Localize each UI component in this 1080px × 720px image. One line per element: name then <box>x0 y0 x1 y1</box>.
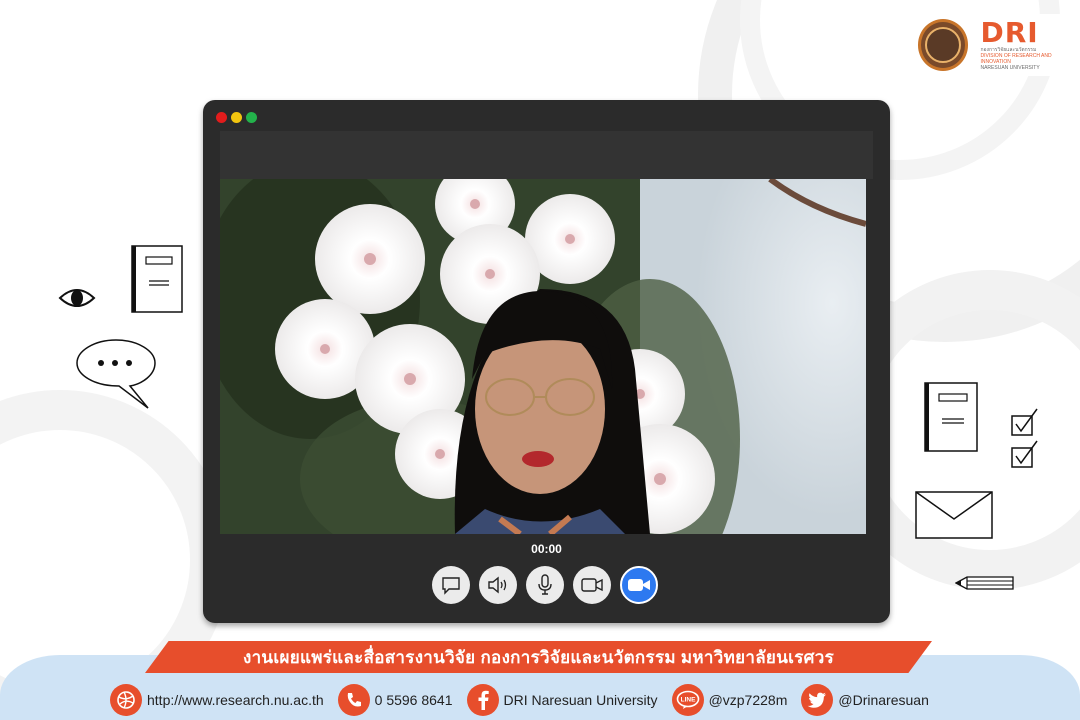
contact-phone[interactable]: 0 5596 8641 <box>337 684 453 716</box>
notebook-icon-right <box>924 382 978 452</box>
call-timer: 00:00 <box>531 542 562 556</box>
notebook-icon <box>131 245 183 313</box>
eye-icon <box>58 289 96 307</box>
dri-logo-subtitle-2: DIVISION OF RESEARCH AND INNOVATION <box>980 53 1052 65</box>
window-title-bar <box>220 131 873 179</box>
checkbox-checked-icon <box>1011 408 1038 468</box>
contact-twitter[interactable]: @Drinaresuan <box>801 684 929 716</box>
pencil-icon <box>955 576 1014 590</box>
university-seal-icon <box>918 19 969 71</box>
dri-logo-subtitle-3: NARESUAN UNIVERSITY <box>980 65 1040 71</box>
contact-bar: http://www.research.nu.ac.th 0 5596 8641… <box>110 684 943 716</box>
participant-video-feed <box>220 179 866 534</box>
speaker-icon <box>488 576 507 594</box>
close-window-dot[interactable] <box>216 112 227 123</box>
microphone-icon <box>538 574 552 595</box>
line-id[interactable]: @vzp7228m <box>709 692 788 708</box>
speech-bubble-icon <box>76 339 156 409</box>
chat-bubble-icon <box>442 577 460 595</box>
twitter-handle[interactable]: @Drinaresuan <box>838 692 928 708</box>
zoom-button[interactable] <box>620 566 658 604</box>
window-traffic-lights <box>216 112 257 123</box>
contact-website[interactable]: http://www.research.nu.ac.th <box>110 684 324 716</box>
speaker-button[interactable] <box>479 566 517 604</box>
footer-title-banner: งานเผยแพร่และสื่อสารงานวิจัย กองการวิจัย… <box>145 641 932 673</box>
maximize-window-dot[interactable] <box>246 112 257 123</box>
line-icon: LINE <box>671 684 704 716</box>
chat-button[interactable] <box>432 566 470 604</box>
dri-logo: DRI กองการวิจัยและนวัตกรรม DIVISION OF R… <box>910 14 1080 76</box>
mic-button[interactable] <box>526 566 564 604</box>
video-call-window: 00:00 <box>203 100 890 623</box>
minimize-window-dot[interactable] <box>231 112 242 123</box>
call-controls <box>432 566 658 604</box>
zoom-camera-icon <box>628 579 650 591</box>
facebook-page[interactable]: DRI Naresuan University <box>504 692 658 708</box>
twitter-icon <box>801 684 834 716</box>
video-camera-icon <box>581 578 603 592</box>
contact-line[interactable]: LINE @vzp7228m <box>671 684 788 716</box>
line-icon-label: LINE <box>680 697 695 704</box>
phone-icon <box>337 684 370 716</box>
website-link[interactable]: http://www.research.nu.ac.th <box>147 692 324 708</box>
facebook-icon <box>466 684 499 716</box>
globe-icon <box>110 684 142 716</box>
envelope-icon <box>915 491 993 539</box>
dri-logo-mark: DRI <box>980 16 1039 49</box>
banner-title: งานเผยแพร่และสื่อสารงานวิจัย กองการวิจัย… <box>242 647 835 667</box>
contact-facebook[interactable]: DRI Naresuan University <box>466 684 658 716</box>
phone-number[interactable]: 0 5596 8641 <box>375 692 453 708</box>
camera-button[interactable] <box>573 566 611 604</box>
